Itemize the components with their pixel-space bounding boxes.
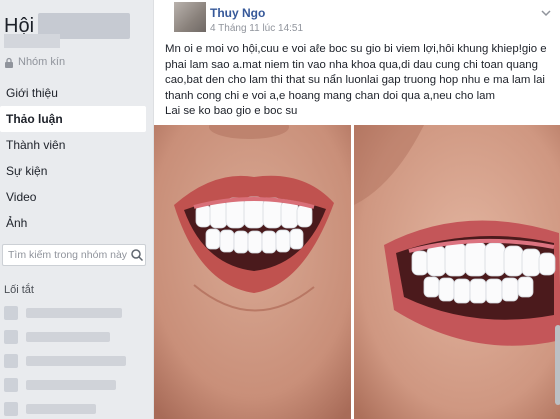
post-photos [154,125,560,419]
shortcuts-heading: Lối tắt [4,284,34,296]
group-nav: Giới thiệu Thảo luận Thành viên Sự kiện … [0,80,150,236]
search-icon[interactable] [130,248,144,262]
shortcut-thumbnail [4,330,18,344]
nav-item-videos[interactable]: Video [0,184,146,210]
shortcut-thumbnail [4,354,18,368]
shortcut-item[interactable] [4,378,116,392]
shortcut-item[interactable] [4,306,122,320]
shortcut-name-redacted [26,380,116,390]
nav-item-members[interactable]: Thành viên [0,132,146,158]
group-post: Thuy Ngo 4 Tháng 11 lúc 14:51 Mn oi e mo… [153,0,560,419]
post-photo-2[interactable] [354,125,560,419]
scrollbar-thumb[interactable] [555,325,560,405]
shortcut-thumbnail [4,306,18,320]
shortcut-thumbnail [4,402,18,416]
author-avatar[interactable] [174,2,206,32]
group-sidebar: Hội Nhóm kín Giới thiệu Thảo luận Thành … [0,0,150,419]
group-search [2,244,146,266]
post-timestamp[interactable]: 4 Tháng 11 lúc 14:51 [210,23,303,34]
post-text: Mn oi e moi vo hội,cuu e voi aℓe boc su … [165,43,547,117]
shortcut-name-redacted [26,356,126,366]
shortcut-name-redacted [26,404,96,414]
group-search-input[interactable] [3,248,130,262]
more-options-icon[interactable] [539,6,553,20]
group-name-redacted-line [4,34,60,48]
shortcut-item[interactable] [4,402,96,416]
nav-item-discussion[interactable]: Thảo luận [0,106,146,132]
nav-item-about[interactable]: Giới thiệu [0,80,146,106]
shortcut-item[interactable] [4,330,110,344]
shortcut-name-redacted [26,332,110,342]
post-author[interactable]: Thuy Ngo [210,6,265,20]
group-privacy: Nhóm kín [4,56,65,68]
nav-item-events[interactable]: Sự kiện [0,158,146,184]
nav-item-photos[interactable]: Ảnh [0,210,146,236]
lock-icon [5,57,13,68]
post-photo-1[interactable] [154,125,351,419]
shortcut-item[interactable] [4,354,126,368]
privacy-label: Nhóm kín [18,56,66,68]
shortcut-thumbnail [4,378,18,392]
shortcut-name-redacted [26,308,122,318]
